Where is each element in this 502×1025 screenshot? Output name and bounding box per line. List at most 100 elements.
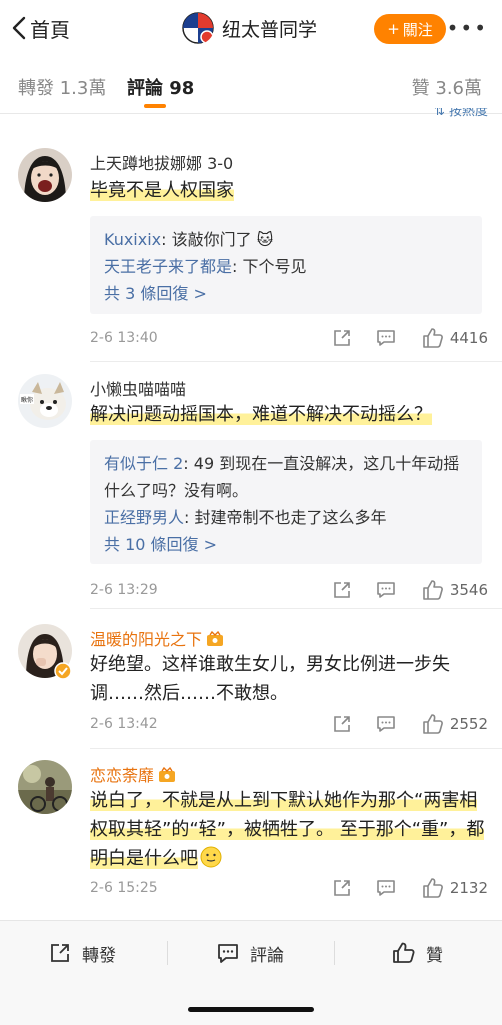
- comment-icon[interactable]: [376, 580, 396, 600]
- divider: [90, 608, 502, 609]
- commenter-name[interactable]: 上天蹲地拔娜娜 3-0: [90, 150, 233, 174]
- active-tab-indicator: [144, 104, 166, 108]
- svg-text:瞅你: 瞅你: [21, 396, 33, 404]
- comment-item: 恋恋荼靡 说白了，不就是从上到下默认她作为那个“两害相权取其轻”的“轻”，被牺牲…: [0, 750, 502, 918]
- reply-box[interactable]: 有似于仁 2: 49 到现在一直没解决，这几十年动摇什么了吗？没有啊。 正经野男…: [90, 440, 482, 564]
- avatar[interactable]: 瞅你: [18, 374, 72, 428]
- bottom-action-bar: 轉發 評論 贊: [0, 920, 502, 1025]
- commenter-name[interactable]: 恋恋荼靡: [90, 762, 176, 786]
- back-label: 首頁: [30, 17, 70, 42]
- comment-button[interactable]: 評論: [216, 939, 284, 967]
- thumbs-up-icon: [423, 580, 443, 600]
- share-icon[interactable]: [332, 580, 352, 600]
- like-count: 3546: [449, 581, 488, 599]
- reply-text: : 封建帝制不也走了这么多年: [184, 508, 387, 527]
- reply-text: : 该敲你门了: [161, 230, 252, 249]
- comment-meta: 2-6 13:29 3546: [90, 578, 488, 602]
- comment-time: 2-6 13:40: [90, 330, 158, 346]
- thumbs-up-icon: [393, 942, 415, 963]
- like-button[interactable]: 3546: [422, 579, 488, 601]
- like-count: 2552: [449, 715, 488, 733]
- thumbs-up-icon: [423, 878, 443, 898]
- share-icon[interactable]: [332, 878, 352, 898]
- comment-icon[interactable]: [376, 878, 396, 898]
- reply-item: 天王老子来了都是: 下个号见: [104, 253, 468, 280]
- comment-item: 瞅你 小懒虫喵喵喵 解决问题动摇国本，难道不解决不动摇么？ 有似于仁 2: 49…: [0, 362, 502, 610]
- like-button[interactable]: 2132: [422, 877, 488, 899]
- like-label: 贊: [426, 945, 443, 966]
- more-replies-link[interactable]: 共 10 條回復 >: [104, 531, 468, 558]
- comment-item: 温暖的阳光之下 好绝望。这样谁敢生女儿，男女比例进一步失调……然后……不敢想。 …: [0, 610, 502, 750]
- commenter-name-label: 温暖的阳光之下: [90, 630, 203, 649]
- divider: [167, 941, 168, 965]
- reply-item: 正经野男人: 封建帝制不也走了这么多年: [104, 504, 468, 531]
- account-avatar: [182, 12, 214, 44]
- comment-icon: [218, 944, 238, 963]
- smile-emoji-icon: [200, 846, 222, 868]
- repost-button[interactable]: 轉發: [48, 939, 116, 967]
- commenter-name[interactable]: 温暖的阳光之下: [90, 626, 224, 650]
- like-button[interactable]: 4416: [422, 327, 488, 349]
- comment-label: 評論: [250, 945, 284, 966]
- comment-text: 说白了，不就是从上到下默认她作为那个“两害相权取其轻”的“轻”，被牺牲了。 至于…: [90, 786, 486, 873]
- share-icon[interactable]: [332, 328, 352, 348]
- like-button[interactable]: 2552: [422, 713, 488, 735]
- comment-text: 好绝望。这样谁敢生女儿，男女比例进一步失调……然后……不敢想。: [90, 654, 450, 704]
- back-button[interactable]: 首頁: [12, 13, 70, 43]
- share-icon: [51, 944, 69, 962]
- comment-time: 2-6 15:25: [90, 880, 158, 896]
- thumbs-up-icon: [423, 328, 443, 348]
- comment-text: 解决问题动摇国本，难道不解决不动摇么？: [90, 400, 486, 429]
- tab-likes[interactable]: 贊 3.6萬: [412, 74, 482, 100]
- like-count: 2132: [449, 879, 488, 897]
- crown-badge-icon: [159, 767, 176, 782]
- more-replies-link[interactable]: 共 3 條回復 >: [104, 280, 468, 307]
- comment-time: 2-6 13:42: [90, 716, 158, 732]
- share-icon[interactable]: [332, 714, 352, 734]
- reply-text: : 下个号见: [232, 257, 307, 276]
- highlighted-text: 解决问题动摇国本，难道不解决不动摇么？: [90, 404, 432, 425]
- more-options-icon[interactable]: •••: [447, 16, 488, 40]
- comment-icon[interactable]: [376, 328, 396, 348]
- follow-label: 關注: [402, 20, 433, 39]
- reply-author[interactable]: 天王老子来了都是: [104, 257, 232, 276]
- crown-badge-icon: [207, 631, 224, 646]
- reply-author[interactable]: 有似于仁 2: [104, 454, 183, 473]
- avatar[interactable]: [18, 148, 72, 202]
- comment-icon[interactable]: [376, 714, 396, 734]
- highlighted-text: 说白了，不就是从上到下默认她作为那个“两害相权取其轻”的“轻”，被牺牲了。 至于…: [90, 790, 485, 869]
- like-count: 4416: [449, 329, 488, 347]
- comment-item: 上天蹲地拔娜娜 3-0 毕竟不是人权国家 Kuxixix: 该敲你门了 🐱 天王…: [0, 118, 502, 363]
- account-name: 纽太普同学: [222, 18, 318, 41]
- reply-box[interactable]: Kuxixix: 该敲你门了 🐱 天王老子来了都是: 下个号见 共 3 條回復 …: [90, 216, 482, 314]
- reply-author[interactable]: Kuxixix: [104, 230, 161, 249]
- plus-icon: +: [387, 20, 400, 38]
- top-nav: 首頁 纽太普同学 + 關注 •••: [0, 0, 502, 56]
- like-bottom-button[interactable]: 贊: [392, 939, 443, 967]
- repost-label: 轉發: [82, 945, 116, 966]
- reply-author[interactable]: 正经野男人: [104, 508, 184, 527]
- tab-comments[interactable]: 評論 98: [127, 74, 194, 100]
- divider: [0, 113, 502, 114]
- divider: [334, 941, 335, 965]
- comment-text: 毕竟不是人权国家: [90, 176, 486, 205]
- commenter-name-label: 恋恋荼靡: [90, 766, 155, 785]
- divider: [90, 748, 502, 749]
- follow-button[interactable]: + 關注: [374, 14, 446, 44]
- account-header[interactable]: 纽太普同学: [182, 11, 317, 45]
- comment-time: 2-6 13:29: [90, 582, 158, 598]
- comment-meta: 2-6 15:25 2132: [90, 876, 488, 900]
- thumbs-up-icon: [423, 714, 443, 734]
- comment-meta: 2-6 13:42 2552: [90, 712, 488, 736]
- smile-emoji-icon: 🐱: [256, 230, 274, 249]
- comment-meta: 2-6 13:40 4416: [90, 326, 488, 350]
- tab-repost[interactable]: 轉發 1.3萬: [18, 74, 106, 100]
- avatar[interactable]: [18, 760, 72, 814]
- commenter-name[interactable]: 小懒虫喵喵喵: [90, 376, 186, 400]
- highlighted-text: 毕竟不是人权国家: [90, 180, 234, 201]
- reply-item: 有似于仁 2: 49 到现在一直没解决，这几十年动摇什么了吗？没有啊。: [104, 450, 468, 504]
- reply-item: Kuxixix: 该敲你门了 🐱: [104, 226, 468, 253]
- home-indicator: [188, 1007, 314, 1012]
- chevron-left-icon: [12, 16, 26, 40]
- tab-bar: 轉發 1.3萬 評論 98 贊 3.6萬: [0, 56, 502, 114]
